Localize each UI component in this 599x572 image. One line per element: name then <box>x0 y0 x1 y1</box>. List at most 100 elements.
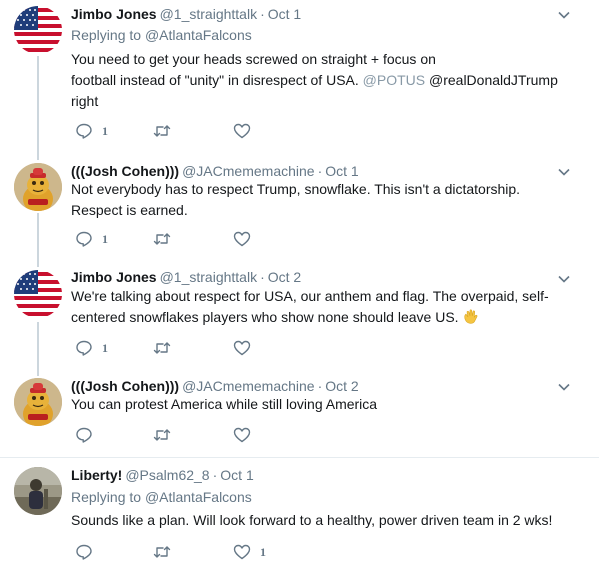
reply-count: 1 <box>102 231 108 246</box>
tweet-text-line: Sounds like a plan. Will look forward to… <box>71 512 553 528</box>
thread-line <box>37 213 39 267</box>
like-count: 1 <box>260 544 266 559</box>
chevron-down-icon[interactable] <box>557 380 571 394</box>
display-name[interactable]: (((Josh Cohen))) <box>71 163 179 179</box>
mention-link[interactable]: @POTUS <box>363 72 425 88</box>
like-button[interactable] <box>233 338 251 358</box>
replying-mention[interactable]: @AtlantaFalcons <box>145 489 252 505</box>
timestamp[interactable]: Oct 1 <box>268 6 301 22</box>
user-handle[interactable]: @JACmememachine <box>182 163 314 179</box>
like-icon <box>233 544 251 560</box>
replying-to: Replying to @AtlantaFalcons <box>71 26 252 44</box>
tweet-text: Not everybody has to respect Trump, snow… <box>71 179 571 221</box>
tweet-text-line: right <box>71 93 99 109</box>
avatar-us-flag[interactable] <box>14 6 62 54</box>
tweet-header: (((Josh Cohen))) @JACmememachine · Oct 1 <box>71 162 359 180</box>
replying-to: Replying to @AtlantaFalcons <box>71 488 252 506</box>
retweet-icon <box>153 546 171 558</box>
retweet-icon <box>153 233 171 245</box>
display-name[interactable]: (((Josh Cohen))) <box>71 378 179 394</box>
reply-button[interactable] <box>75 542 93 562</box>
tweet-header: Liberty! @Psalm62_8 · Oct 1 <box>71 466 254 484</box>
timestamp[interactable]: Oct 2 <box>268 269 301 285</box>
separator: · <box>212 467 218 483</box>
reply-button[interactable]: 1 <box>75 338 108 358</box>
mention-text[interactable]: @realDonaldJTrump <box>429 72 558 88</box>
retweet-button[interactable] <box>153 425 171 445</box>
reply-button[interactable]: 1 <box>75 229 108 249</box>
tweet-actions <box>75 425 315 445</box>
user-handle[interactable]: @1_straighttalk <box>160 6 257 22</box>
tweet-text-line: football instead of "unity" in disrespec… <box>71 70 571 91</box>
separator: · <box>260 6 265 22</box>
like-icon <box>233 340 251 356</box>
tweet-text-line: Not everybody has to respect Trump, snow… <box>71 181 521 197</box>
tweet-actions: 1 <box>75 542 315 562</box>
tweet-text-segment: centered snowflakes players who show non… <box>71 309 459 325</box>
tweet-text-line: centered snowflakes players who show non… <box>71 307 571 328</box>
tweet-divider <box>0 457 599 458</box>
tweet-text-line: Respect is earned. <box>71 202 188 218</box>
tweet-text-line: You can protest America while still lovi… <box>71 396 378 412</box>
display-name[interactable]: Jimbo Jones <box>71 269 157 285</box>
display-name[interactable]: Jimbo Jones <box>71 6 157 22</box>
replying-prefix: Replying to <box>71 489 142 505</box>
avatar-cartoon-character[interactable] <box>14 378 62 426</box>
tweet-header: Jimbo Jones @1_straighttalk · Oct 2 <box>71 268 301 286</box>
user-handle[interactable]: @Psalm62_8 <box>125 467 209 483</box>
user-handle[interactable]: @1_straighttalk <box>160 269 257 285</box>
retweet-icon <box>153 429 171 441</box>
like-icon <box>233 231 251 247</box>
tweet-text-line: We're talking about respect for USA, our… <box>71 288 549 304</box>
reply-count: 1 <box>102 340 108 355</box>
timestamp[interactable]: Oct 1 <box>220 467 253 483</box>
separator: · <box>260 269 265 285</box>
timestamp[interactable]: Oct 2 <box>325 378 358 394</box>
avatar-us-flag[interactable] <box>14 270 62 318</box>
tweet-actions: 1 <box>75 338 315 358</box>
tweet-header: (((Josh Cohen))) @JACmememachine · Oct 2 <box>71 377 359 395</box>
tweet-text-line: You need to get your heads screwed on st… <box>71 51 436 67</box>
tweet-header: Jimbo Jones @1_straighttalk · Oct 1 <box>71 5 301 23</box>
reply-icon <box>76 544 92 560</box>
avatar-cartoon-character[interactable] <box>14 163 62 211</box>
chevron-down-icon[interactable] <box>557 272 571 286</box>
retweet-button[interactable] <box>153 542 171 562</box>
retweet-button[interactable] <box>153 229 171 249</box>
reply-button[interactable] <box>75 425 93 445</box>
retweet-icon <box>153 125 171 137</box>
tweet-actions: 1 <box>75 121 315 141</box>
reply-icon <box>76 231 92 247</box>
retweet-button[interactable] <box>153 121 171 141</box>
user-handle[interactable]: @JACmememachine <box>182 378 314 394</box>
avatar-photo[interactable] <box>14 467 62 515</box>
chevron-down-icon[interactable] <box>557 165 571 179</box>
tweet-text: You need to get your heads screwed on st… <box>71 49 571 112</box>
waving-hand-emoji <box>464 309 478 324</box>
retweet-icon <box>153 342 171 354</box>
like-button[interactable]: 1 <box>233 542 266 562</box>
tweet-text: Sounds like a plan. Will look forward to… <box>71 510 571 531</box>
thread-line <box>37 56 39 160</box>
separator: · <box>317 163 323 179</box>
replying-mention[interactable]: @AtlantaFalcons <box>145 27 252 43</box>
reply-count: 1 <box>102 123 108 138</box>
reply-icon <box>76 123 92 139</box>
tweet-text-segment: football instead of "unity" in disrespec… <box>71 72 359 88</box>
display-name[interactable]: Liberty! <box>71 467 122 483</box>
like-button[interactable] <box>233 425 251 445</box>
reply-icon <box>76 427 92 443</box>
tweet-text: We're talking about respect for USA, our… <box>71 286 571 328</box>
reply-button[interactable]: 1 <box>75 121 108 141</box>
like-button[interactable] <box>233 121 260 141</box>
replying-prefix: Replying to <box>71 27 142 43</box>
separator: · <box>317 378 323 394</box>
chevron-down-icon[interactable] <box>557 8 571 22</box>
like-button[interactable] <box>233 229 251 249</box>
reply-icon <box>76 340 92 356</box>
thread-line <box>37 322 39 376</box>
timestamp[interactable]: Oct 1 <box>325 163 358 179</box>
like-icon <box>233 427 251 443</box>
tweet-actions: 1 <box>75 229 315 249</box>
retweet-button[interactable] <box>153 338 171 358</box>
